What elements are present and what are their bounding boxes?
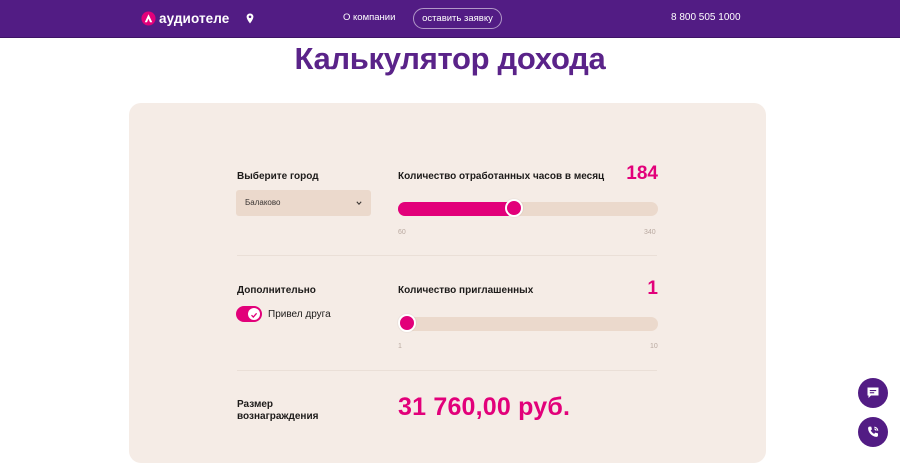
brought-friend-toggle[interactable] xyxy=(236,306,262,322)
invited-value: 1 xyxy=(647,278,658,299)
brought-friend-label: Привел друга xyxy=(268,309,331,320)
hours-slider-fill xyxy=(398,202,515,216)
city-label: Выберите город xyxy=(237,171,319,182)
invited-min-label: 1 xyxy=(398,343,402,350)
check-icon xyxy=(251,312,258,318)
city-select[interactable]: Балаково xyxy=(236,190,371,216)
invited-label: Количество приглашенных xyxy=(398,285,534,296)
nav-about-link[interactable]: О компании xyxy=(343,12,395,23)
request-button[interactable]: оставить заявку xyxy=(413,8,502,29)
extra-label: Дополнительно xyxy=(237,285,316,296)
city-selected-value: Балаково xyxy=(245,198,281,207)
logo[interactable]: аудиотеле xyxy=(141,9,229,27)
phone-link[interactable]: 8 800 505 1000 xyxy=(671,12,741,23)
reward-label: Размер вознаграждения xyxy=(237,399,319,422)
hours-slider[interactable] xyxy=(398,199,658,217)
chat-button[interactable] xyxy=(858,378,888,408)
map-pin-icon[interactable] xyxy=(246,13,254,24)
hours-value: 184 xyxy=(626,163,658,184)
toggle-knob xyxy=(248,308,260,320)
logo-text: аудиотеле xyxy=(159,10,230,26)
page-title: Калькулятор дохода xyxy=(294,41,606,76)
site-header: аудиотеле О компании оставить заявку 8 8… xyxy=(0,0,900,38)
chevron-down-icon xyxy=(356,201,362,206)
logo-icon xyxy=(141,10,156,26)
divider xyxy=(237,370,657,371)
chat-bubble-icon xyxy=(867,387,879,398)
hours-max-label: 340 xyxy=(644,229,656,236)
invited-slider[interactable] xyxy=(398,314,658,332)
hours-label: Количество отработанных часов в месяц xyxy=(398,171,605,182)
divider xyxy=(237,255,657,256)
invited-max-label: 10 xyxy=(650,343,658,350)
call-button[interactable] xyxy=(858,417,888,447)
invited-slider-handle[interactable] xyxy=(398,314,416,332)
reward-value: 31 760,00 руб. xyxy=(398,393,571,421)
hours-min-label: 60 xyxy=(398,229,406,236)
phone-call-icon xyxy=(868,426,879,437)
hours-slider-handle[interactable] xyxy=(505,199,524,217)
